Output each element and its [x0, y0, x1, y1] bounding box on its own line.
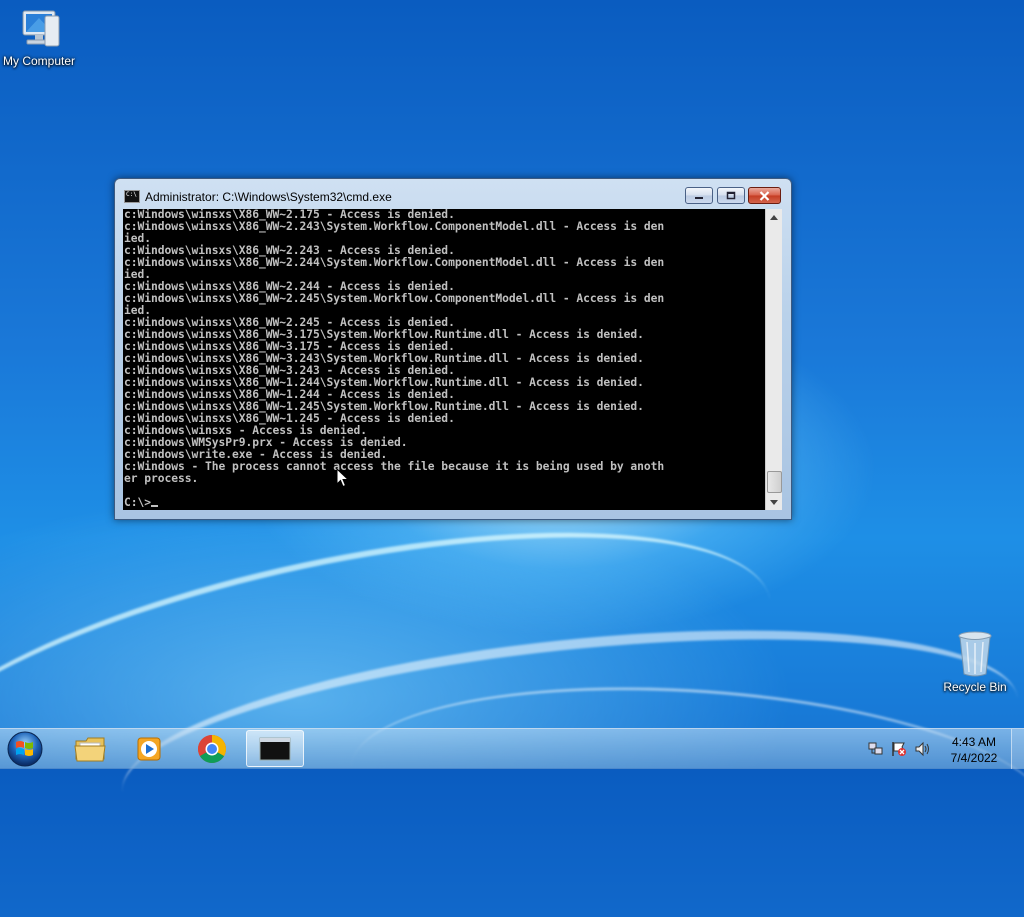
cmd-icon: C:\ — [124, 190, 140, 203]
taskbar-cmd[interactable] — [246, 730, 304, 767]
taskbar-chrome[interactable] — [184, 730, 240, 767]
window-title: Administrator: C:\Windows\System32\cmd.e… — [145, 190, 392, 204]
console-line: er process. — [124, 472, 199, 485]
computer-icon — [22, 10, 60, 47]
console-lines: c:Windows\winsxs\X86_WW~2.175 - Access i… — [123, 209, 765, 509]
clock-time: 4:43 AM — [951, 735, 997, 749]
scrollbar-thumb[interactable] — [767, 471, 782, 493]
show-desktop-button[interactable] — [1011, 729, 1024, 769]
mouse-pointer-icon — [336, 468, 349, 488]
console-prompt: C:\> — [124, 497, 765, 509]
cmd-icon-text: C:\ — [126, 191, 137, 198]
clock-date: 7/4/2022 — [950, 751, 998, 765]
media-player-icon — [137, 737, 161, 760]
desktop-icon-recycle-bin[interactable]: Recycle Bin — [930, 630, 1020, 694]
start-button[interactable] — [4, 730, 48, 768]
close-button[interactable] — [748, 187, 781, 204]
cmd-window[interactable]: C:\ Administrator: C:\Windows\System32\c… — [114, 178, 792, 520]
minimize-icon — [686, 188, 712, 203]
text-cursor — [151, 505, 159, 507]
console-line: c:Windows - The process cannot access th… — [124, 460, 665, 473]
console-line: c:Windows\winsxs\X86_WW~2.244\System.Wor… — [124, 256, 665, 269]
console-line: c:Windows\winsxs\X86_WW~2.245\System.Wor… — [124, 292, 665, 305]
console-line: c:Windows\winsxs\X86_WW~2.243\System.Wor… — [124, 220, 665, 233]
scroll-up-icon[interactable] — [766, 209, 782, 225]
close-icon — [749, 188, 780, 203]
taskbar-file-explorer[interactable] — [62, 730, 118, 767]
desktop-icon-label: Recycle Bin — [943, 680, 1007, 694]
windows-logo-icon — [7, 731, 43, 767]
action-center-flag-icon[interactable] — [891, 741, 907, 757]
desktop-icon-my-computer[interactable]: My Computer — [0, 8, 84, 68]
cmd-icon — [259, 737, 291, 760]
folder-icon — [74, 737, 106, 761]
console-output[interactable]: c:Windows\winsxs\X86_WW~2.175 - Access i… — [123, 209, 765, 510]
volume-icon[interactable] — [914, 741, 930, 757]
prompt-text: C:\> — [124, 496, 152, 509]
system-tray: 4:43 AM 7/4/2022 — [862, 729, 1024, 769]
taskbar-media-player[interactable] — [122, 730, 178, 767]
scroll-down-icon[interactable] — [766, 494, 782, 510]
desktop-icon-label: My Computer — [2, 54, 76, 68]
recycle-bin-icon — [958, 631, 992, 677]
taskbar-clock[interactable]: 4:43 AM 7/4/2022 — [940, 734, 1008, 766]
maximize-icon — [718, 188, 744, 203]
chrome-icon — [198, 734, 226, 763]
maximize-button[interactable] — [717, 187, 745, 204]
taskbar: 4:43 AM 7/4/2022 — [0, 728, 1024, 769]
network-icon[interactable] — [868, 741, 884, 757]
minimize-button[interactable] — [685, 187, 713, 204]
vertical-scrollbar[interactable] — [765, 209, 782, 510]
window-titlebar[interactable]: C:\ Administrator: C:\Windows\System32\c… — [115, 179, 791, 209]
